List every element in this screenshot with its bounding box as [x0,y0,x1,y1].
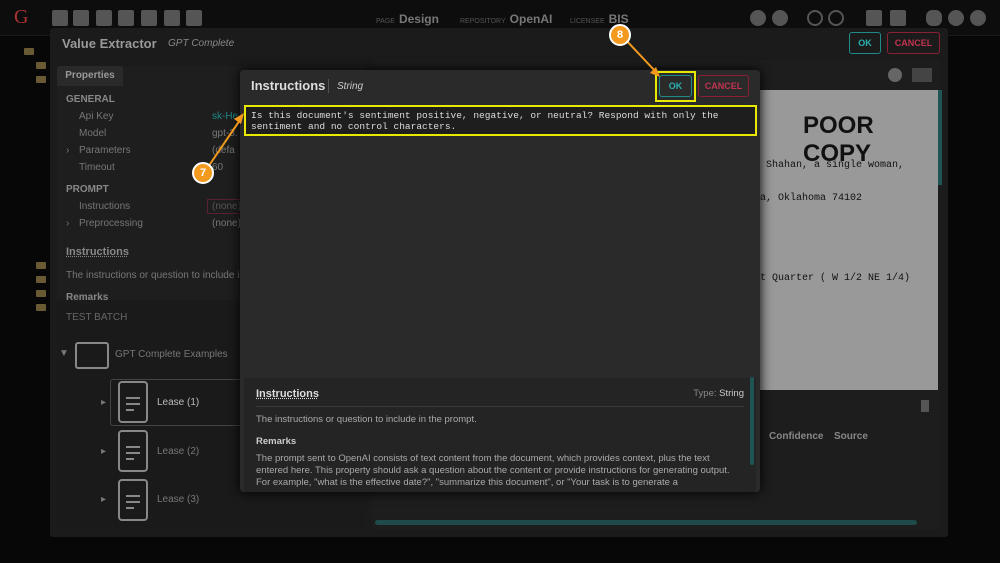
callout-badge-8: 8 [609,24,631,46]
callout-arrows [205,37,660,171]
arrowhead-7 [234,113,244,124]
arrow-8 [623,37,657,73]
arrow-7 [205,119,241,171]
callout-badge-7: 7 [192,162,214,184]
